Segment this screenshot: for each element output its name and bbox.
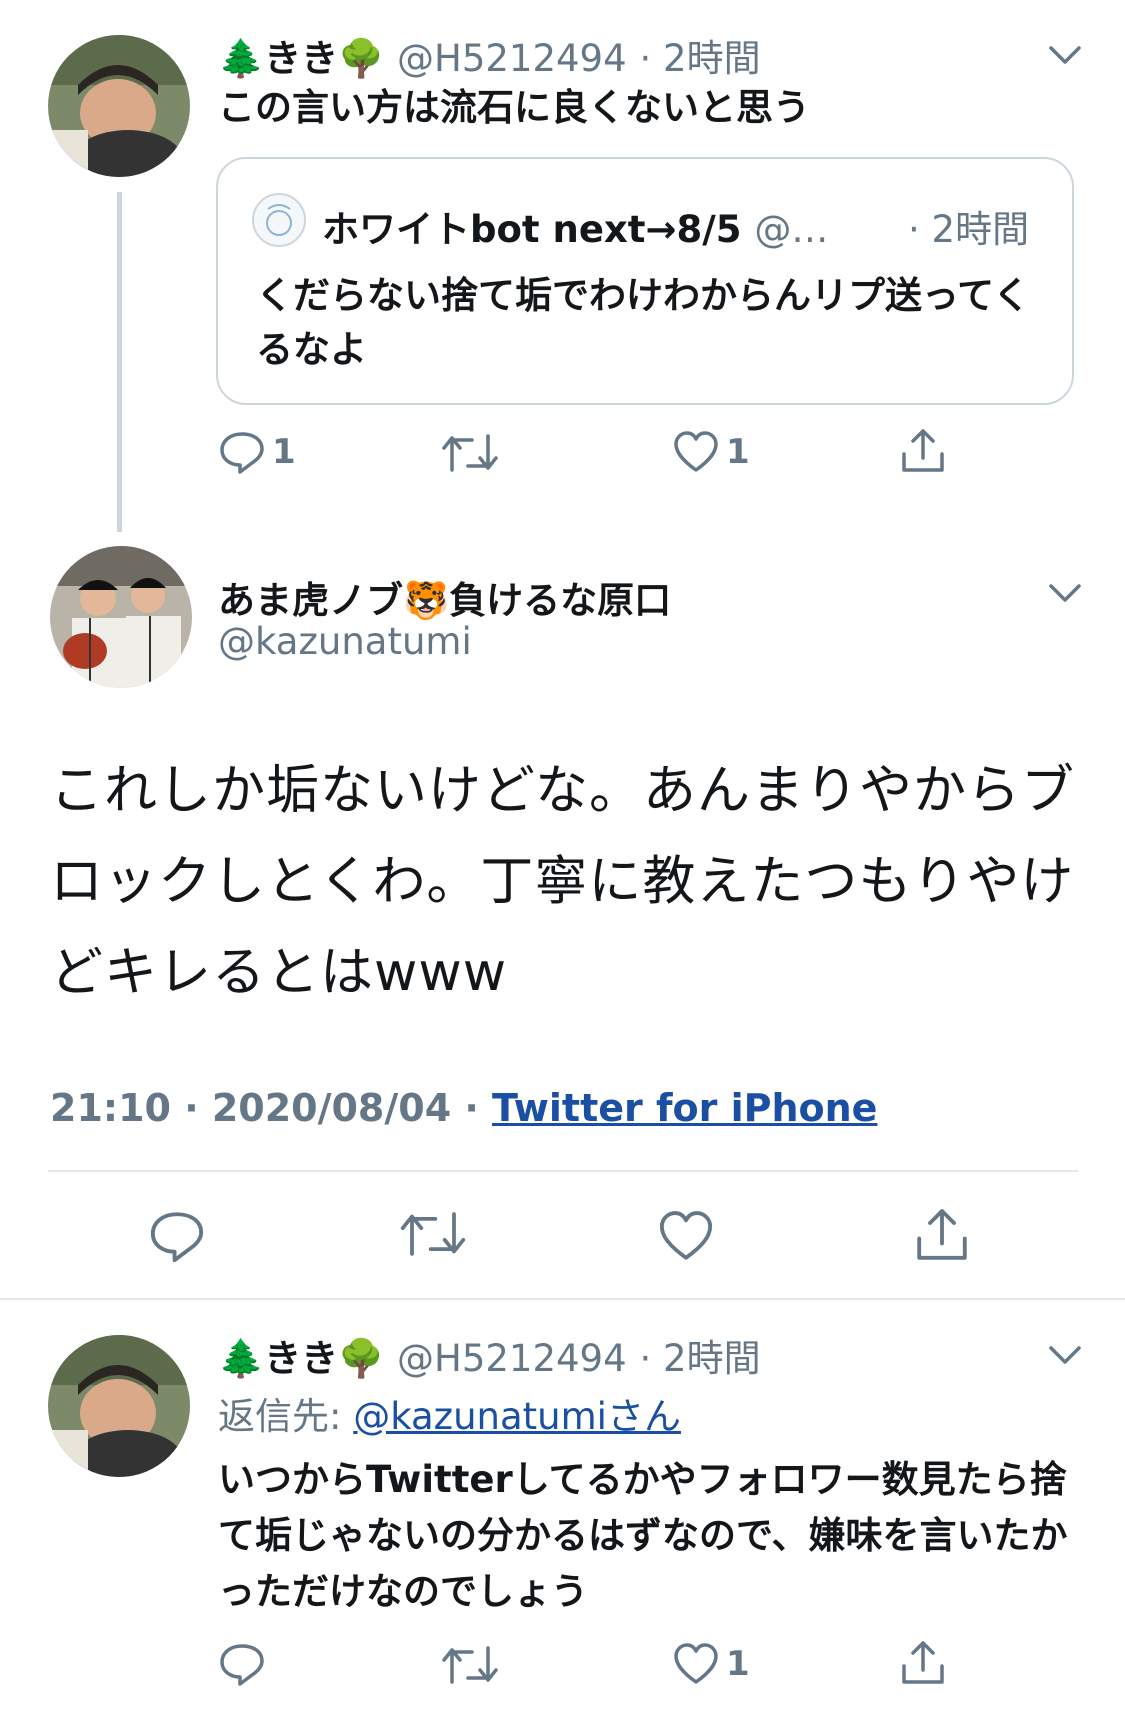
retweet-button[interactable] xyxy=(440,1642,500,1688)
retweet-icon xyxy=(442,434,498,472)
source-link[interactable]: Twitter for iPhone xyxy=(492,1086,877,1130)
avatar-kiki[interactable] xyxy=(48,35,190,177)
display-name[interactable]: 🌲きき🌳 xyxy=(218,1337,384,1380)
tweet-text: この言い方は流石に良くないと思う xyxy=(218,86,810,129)
retweet-icon xyxy=(442,1646,498,1684)
share-button[interactable] xyxy=(912,1205,972,1265)
reply-text: いつからTwitterしてるかやフォロワー数見たら捨て垢じゃないの分かるはずなの… xyxy=(218,1458,1068,1613)
retweet-button[interactable] xyxy=(398,1207,468,1261)
divider xyxy=(48,1170,1078,1172)
divider xyxy=(0,1298,1125,1300)
reply-icon xyxy=(220,1644,264,1686)
reply-icon xyxy=(220,432,264,474)
like-count: 1 xyxy=(726,1644,750,1684)
share-button[interactable] xyxy=(898,426,948,476)
main-display-name[interactable]: あま虎ノブ🐯負けるな原口 xyxy=(218,570,671,624)
reply-button[interactable] xyxy=(148,1207,206,1265)
chevron-down-icon[interactable] xyxy=(1045,572,1085,612)
reply-count: 1 xyxy=(272,432,296,472)
share-button[interactable] xyxy=(898,1638,948,1688)
replying-to: 返信先: @kazunatumiさん xyxy=(218,1386,681,1440)
chevron-down-icon[interactable] xyxy=(1045,34,1085,74)
thread-line xyxy=(117,192,122,532)
replying-to-link[interactable]: @kazunatumiさん xyxy=(353,1395,681,1438)
retweet-icon xyxy=(400,1212,466,1256)
like-button[interactable]: 1 xyxy=(672,428,750,476)
tweet1-header: 🌲きき🌳 @H5212494 · 2時間 xyxy=(218,28,761,82)
like-button[interactable]: 1 xyxy=(672,1640,750,1688)
handle[interactable]: @H5212494 xyxy=(397,1337,627,1380)
retweet-button[interactable] xyxy=(440,430,500,476)
share-icon xyxy=(917,1209,967,1260)
main-timestamp: 21:10 · 2020/08/04 · xyxy=(50,1086,493,1130)
like-icon xyxy=(674,1643,718,1684)
quote-time: · 2時間 xyxy=(908,208,1030,251)
main-handle[interactable]: @kazunatumi xyxy=(218,620,472,663)
reply-header: 🌲きき🌳 @H5212494 · 2時間 xyxy=(218,1328,761,1382)
share-icon xyxy=(902,429,944,472)
quote-display-name: ホワイトbot next→8/5 xyxy=(322,208,742,251)
reply-icon xyxy=(150,1212,204,1263)
timestamp[interactable]: · 2時間 xyxy=(640,1337,761,1380)
quote-text: くだらない捨て垢でわけわからんリプ送ってくるなよ xyxy=(256,274,1031,371)
like-icon xyxy=(659,1211,713,1260)
quote-header: ホワイトbot next→8/5 @… xyxy=(322,199,828,253)
reply-button[interactable]: 1 xyxy=(218,428,296,476)
quoted-tweet[interactable]: ホワイトbot next→8/5 @… · 2時間 くだらない捨て垢でわけわから… xyxy=(216,157,1074,405)
timestamp[interactable]: · 2時間 xyxy=(640,37,761,80)
display-name[interactable]: 🌲きき🌳 xyxy=(218,37,384,80)
like-count: 1 xyxy=(726,432,750,472)
reply-button[interactable] xyxy=(218,1640,266,1688)
avatar-kiki[interactable] xyxy=(48,1335,190,1477)
main-tweet-text: これしか垢ないけどな。あんまりやからブロックしとくわ。丁寧に教えたつもりやけどキ… xyxy=(50,760,1075,1003)
replying-prefix: 返信先: xyxy=(218,1395,354,1438)
handle[interactable]: @H5212494 xyxy=(397,37,627,80)
like-button[interactable] xyxy=(657,1207,715,1265)
avatar-kazunatumi[interactable] xyxy=(50,546,192,688)
chevron-down-icon[interactable] xyxy=(1045,1334,1085,1374)
share-icon xyxy=(902,1641,944,1684)
main-meta: 21:10 · 2020/08/04 · Twitter for iPhone xyxy=(50,1086,877,1130)
like-icon xyxy=(674,431,718,472)
quote-avatar xyxy=(252,193,306,247)
quote-handle: @… xyxy=(754,208,829,251)
